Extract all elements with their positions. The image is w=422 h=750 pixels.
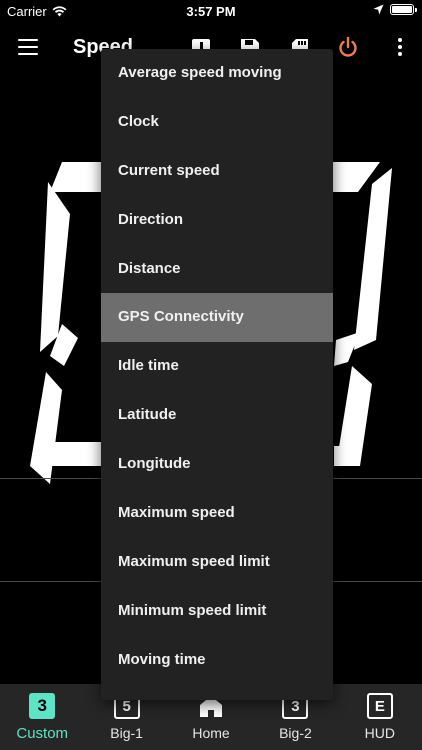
menu-item-average-speed-moving[interactable]: Average speed moving	[101, 49, 333, 98]
hud-badge-icon: E	[366, 693, 393, 719]
menu-item-maximum-speed[interactable]: Maximum speed	[101, 489, 333, 538]
menu-item-distance[interactable]: Distance	[101, 245, 333, 294]
menu-item-idle-time[interactable]: Idle time	[101, 342, 333, 391]
status-time: 3:57 PM	[186, 4, 236, 19]
battery-icon	[390, 4, 417, 15]
hamburger-menu-icon[interactable]	[18, 39, 38, 55]
menu-item-minimum-speed-limit[interactable]: Minimum speed limit	[101, 587, 333, 636]
power-icon[interactable]	[337, 36, 359, 58]
menu-item-latitude[interactable]: Latitude	[101, 391, 333, 440]
menu-item-gps-connectivity[interactable]: GPS Connectivity	[101, 293, 333, 343]
menu-item-moving-time[interactable]: Moving time	[101, 636, 333, 685]
custom-badge-icon: 3	[29, 693, 56, 719]
metric-dropdown-menu: Average speed moving Clock Current speed…	[101, 49, 333, 700]
menu-item-current-speed[interactable]: Current speed	[101, 147, 333, 196]
tab-label: Home	[192, 725, 230, 741]
tab-custom[interactable]: 3 Custom	[0, 684, 84, 750]
menu-item-maximum-speed-limit[interactable]: Maximum speed limit	[101, 538, 333, 587]
tab-label: HUD	[364, 725, 395, 741]
tab-label: Big-1	[110, 725, 143, 741]
location-arrow-icon	[373, 4, 384, 15]
tab-label: Big-2	[279, 725, 312, 741]
more-options-icon[interactable]	[398, 38, 404, 59]
menu-item-longitude[interactable]: Longitude	[101, 440, 333, 489]
tab-label: Custom	[16, 725, 69, 742]
tab-hud[interactable]: E HUD	[338, 684, 422, 750]
menu-item-direction[interactable]: Direction	[101, 196, 333, 245]
status-bar: Carrier 3:57 PM	[0, 0, 422, 22]
menu-item-clock[interactable]: Clock	[101, 98, 333, 147]
